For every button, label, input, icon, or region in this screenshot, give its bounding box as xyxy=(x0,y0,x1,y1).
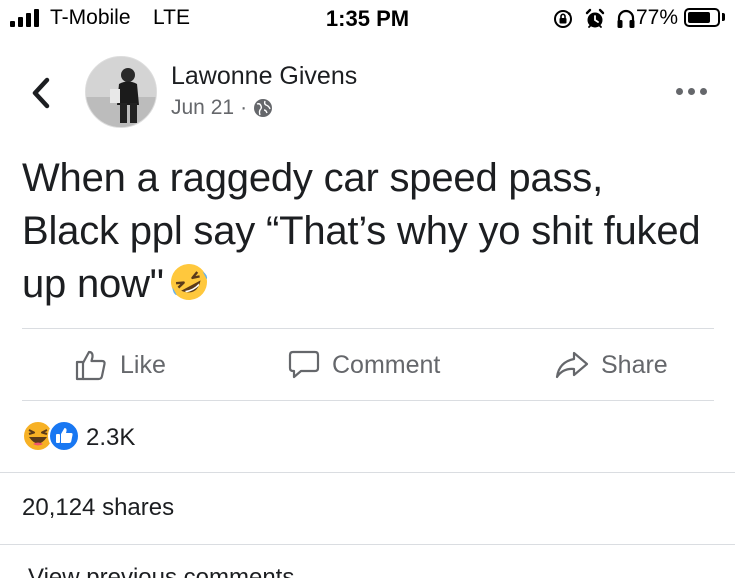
more-dot xyxy=(700,88,707,95)
author-name[interactable]: Lawonne Givens xyxy=(171,62,357,91)
post-meta: Jun 21 · xyxy=(171,96,273,120)
status-icons xyxy=(552,8,636,30)
post-text-line-3-text: up now" xyxy=(22,262,164,306)
like-reaction-icon xyxy=(48,420,80,452)
status-bar: T-Mobile LTE 1:35 PM 77% xyxy=(0,0,735,38)
like-label: Like xyxy=(120,350,166,379)
like-button[interactable]: Like xyxy=(74,344,166,386)
post-date[interactable]: Jun 21 xyxy=(171,96,234,120)
divider-shares xyxy=(0,544,735,545)
more-dot xyxy=(688,88,695,95)
lock-rotation-icon xyxy=(554,10,572,28)
reaction-count[interactable]: 2.3K xyxy=(86,424,135,452)
comment-icon xyxy=(288,350,320,379)
share-label: Share xyxy=(601,350,668,379)
more-options-button[interactable] xyxy=(676,88,710,100)
rolling-on-floor-laughing-emoji xyxy=(170,264,207,300)
battery-fill xyxy=(688,12,710,23)
avatar-photo xyxy=(86,57,156,127)
reactions-summary[interactable] xyxy=(22,420,80,452)
share-button[interactable]: Share xyxy=(555,344,668,386)
back-button[interactable] xyxy=(28,76,54,110)
globe-icon xyxy=(254,99,273,117)
share-arrow-icon xyxy=(555,351,589,379)
more-dot xyxy=(676,88,683,95)
shares-count[interactable]: 20,124 shares xyxy=(22,494,174,522)
post-text-line-3: up now" xyxy=(22,258,722,311)
post-text: When a raggedy car speed pass, Black ppl… xyxy=(22,152,722,311)
post-text-line-1: When a raggedy car speed pass, xyxy=(22,156,604,200)
battery-percent: 77% xyxy=(636,6,679,29)
comment-button[interactable]: Comment xyxy=(288,344,440,386)
divider-reactions xyxy=(0,472,735,473)
meta-separator: · xyxy=(240,96,248,119)
view-previous-comments-link[interactable]: View previous comments xyxy=(28,564,294,578)
battery-cap xyxy=(722,13,725,21)
battery-icon xyxy=(684,8,720,27)
avatar[interactable] xyxy=(85,56,157,128)
post-text-line-2: Black ppl say “That’s why yo shit fuked xyxy=(22,209,701,253)
headphones-icon xyxy=(617,9,635,28)
screen: T-Mobile LTE 1:35 PM 77% Lawonne Givens … xyxy=(0,0,735,578)
comment-label: Comment xyxy=(332,350,441,379)
divider-bottom xyxy=(22,400,714,401)
alarm-icon xyxy=(585,8,605,28)
thumbs-up-icon xyxy=(75,350,106,381)
divider-top xyxy=(22,328,714,329)
